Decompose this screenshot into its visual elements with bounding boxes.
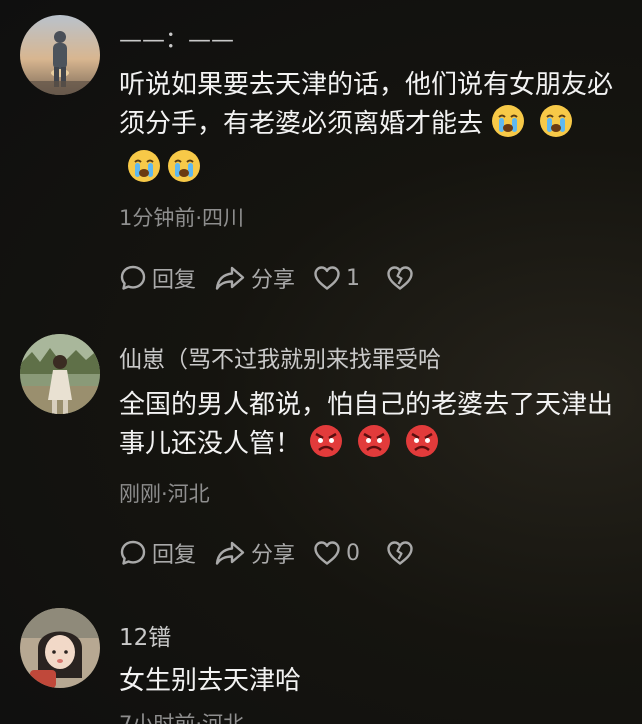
broken-heart-icon: [387, 541, 413, 565]
like-button[interactable]: 0: [313, 540, 360, 566]
comment-meta: 刚刚·河北: [119, 482, 210, 506]
broken-heart-icon: [387, 266, 413, 290]
loudly-crying-face-icon: [491, 104, 525, 149]
username[interactable]: ——：——: [119, 20, 234, 54]
share-label: 分享: [251, 268, 296, 293]
share-button[interactable]: 分享: [214, 262, 295, 294]
like-count: 0: [346, 540, 361, 566]
comment-meta: 1分钟前·四川: [119, 206, 245, 230]
reply-label: 回复: [152, 543, 197, 568]
comment-actions: 回复 分享 1: [119, 262, 437, 294]
angry-face-icon: [357, 424, 391, 469]
like-button[interactable]: 1: [313, 265, 360, 291]
dislike-button[interactable]: [386, 265, 419, 291]
avatar[interactable]: [20, 334, 100, 414]
comment-actions: 回复 分享 0: [119, 537, 437, 569]
username[interactable]: 12镨: [119, 618, 171, 652]
comment-meta: 7小时前·河北: [119, 712, 245, 724]
reply-button[interactable]: 回复: [119, 262, 196, 294]
share-arrow-icon: [215, 541, 245, 565]
comment-list: ——：—— 听说如果要去天津的话，他们说有女朋友必须分手，有老婆必须离婚才能去 …: [0, 0, 642, 724]
comment-item: 仙崽（骂不过我就别来找罪受哈 全国的男人都说，怕自己的老婆去了天津出事儿还没人管…: [0, 320, 642, 600]
loudly-crying-face-icon: [539, 104, 573, 149]
share-button[interactable]: 分享: [214, 537, 295, 569]
comment-text: 女生别去天津哈: [119, 663, 624, 700]
comment-bubble-icon: [120, 265, 146, 290]
comment-bubble-icon: [120, 540, 146, 565]
dislike-button[interactable]: [386, 540, 419, 566]
like-count: 1: [346, 265, 361, 291]
angry-face-icon: [309, 424, 343, 469]
comment-text: 听说如果要去天津的话，他们说有女朋友必须分手，有老婆必须离婚才能去: [119, 67, 624, 194]
loudly-crying-face-icon: [127, 149, 161, 194]
reply-label: 回复: [152, 268, 197, 293]
heart-icon: [314, 541, 340, 565]
angry-face-icon: [405, 424, 439, 469]
avatar[interactable]: [20, 15, 100, 95]
share-arrow-icon: [215, 266, 245, 290]
comment-item: 12镨 女生别去天津哈 7小时前·河北: [0, 600, 642, 724]
heart-icon: [314, 266, 340, 290]
loudly-crying-face-icon: [167, 149, 201, 194]
comment-text-body: 女生别去天津哈: [119, 666, 302, 696]
username[interactable]: 仙崽（骂不过我就别来找罪受哈: [119, 340, 441, 374]
comment-item: ——：—— 听说如果要去天津的话，他们说有女朋友必须分手，有老婆必须离婚才能去 …: [0, 0, 642, 320]
comment-text: 全国的男人都说，怕自己的老婆去了天津出事儿还没人管！: [119, 387, 624, 469]
avatar[interactable]: [20, 608, 100, 688]
share-label: 分享: [251, 543, 296, 568]
reply-button[interactable]: 回复: [119, 537, 196, 569]
